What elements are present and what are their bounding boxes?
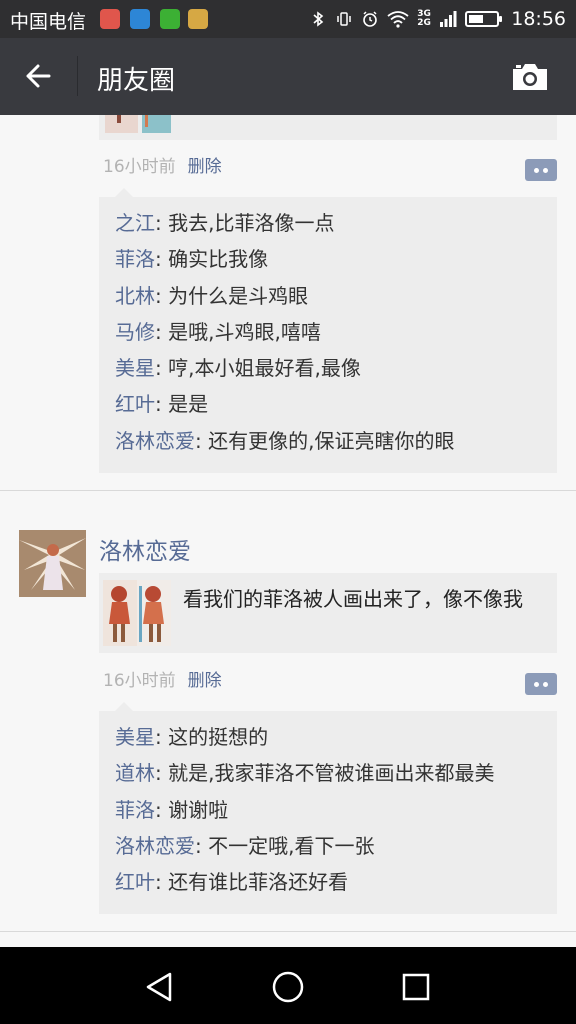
post-separator: [0, 490, 576, 491]
avatar[interactable]: [19, 530, 86, 597]
commenter-name[interactable]: 菲洛: [115, 798, 155, 822]
comment-sep: :: [155, 392, 169, 417]
commenter-name[interactable]: 洛林恋爱: [115, 834, 195, 858]
shared-link-thumbnail: [103, 580, 171, 646]
dot: [534, 167, 539, 173]
shared-link-card[interactable]: [99, 115, 557, 140]
comment-list: 之江: 我去,比菲洛像一点 菲洛: 确实比我像 北林: 为什么是斗鸡眼 马修: …: [99, 188, 557, 473]
comment-item[interactable]: 马修: 是哦,斗鸡眼,嘻嘻: [115, 314, 541, 350]
comment-action-button[interactable]: [525, 159, 557, 181]
comment-item[interactable]: 之江: 我去,比菲洛像一点: [115, 205, 541, 241]
comment-item[interactable]: 红叶: 还有谁比菲洛还好看: [115, 864, 541, 900]
clock-time: 18:56: [511, 8, 566, 30]
dot: [534, 681, 539, 687]
status-bar: 中国电信 3G 2G 18:56: [0, 0, 576, 38]
camera-button[interactable]: [510, 60, 550, 94]
comment-sep: :: [155, 319, 169, 344]
post-author[interactable]: 洛林恋爱: [99, 532, 191, 566]
comment-sep: :: [195, 833, 209, 858]
commenter-name[interactable]: 美星: [115, 725, 155, 749]
post-meta: 16小时前 删除: [103, 152, 222, 177]
alarm-icon: [363, 11, 378, 27]
title-divider: [77, 56, 78, 96]
comment-item[interactable]: 菲洛: 谢谢啦: [115, 792, 541, 828]
commenter-name[interactable]: 道林: [115, 761, 155, 785]
shared-link-card[interactable]: 看我们的菲洛被人画出来了，像不像我: [99, 573, 557, 653]
comment-text: 我去,比菲洛像一点: [168, 211, 335, 235]
comment-item[interactable]: 菲洛: 确实比我像: [115, 241, 541, 277]
battery-icon: [465, 11, 503, 27]
comment-sep: :: [155, 283, 169, 308]
commenter-name[interactable]: 北林: [115, 284, 155, 308]
shared-link-thumbnail: [105, 115, 171, 133]
comment-sep: :: [155, 356, 169, 381]
comment-sep: :: [195, 428, 209, 453]
back-triangle-icon[interactable]: [140, 967, 180, 1007]
comment-text: 就是,我家菲洛不管被谁画出来都最美: [168, 761, 495, 786]
commenter-name[interactable]: 红叶: [115, 870, 155, 894]
home-circle-icon[interactable]: [268, 967, 308, 1007]
app-icon-red: [100, 9, 120, 29]
comment-text: 谢谢啦: [168, 797, 229, 822]
comment-text: 这的挺想的: [168, 725, 269, 749]
comment-item[interactable]: 北林: 为什么是斗鸡眼: [115, 278, 541, 314]
dot: [543, 167, 548, 173]
post-meta: 16小时前 删除: [103, 666, 222, 691]
comment-text: 还有谁比菲洛还好看: [168, 870, 349, 895]
comment-text: 还有更像的,保证亮瞎你的眼: [208, 428, 455, 453]
comment-sep: :: [155, 761, 169, 786]
comment-text: 为什么是斗鸡眼: [168, 283, 309, 308]
bluetooth-icon: [313, 11, 324, 27]
commenter-name[interactable]: 美星: [115, 356, 155, 380]
comment-text: 是是: [168, 392, 209, 417]
comment-text: 哼,本小姐最好看,最像: [168, 356, 361, 381]
page-title: 朋友圈: [97, 66, 176, 96]
comment-sep: :: [155, 211, 169, 235]
comment-item[interactable]: 红叶: 是是: [115, 386, 541, 422]
comment-sep: :: [155, 797, 169, 822]
title-bar: 朋友圈: [0, 38, 576, 115]
comment-action-button[interactable]: [525, 673, 557, 695]
network-type-label: 3G 2G: [417, 9, 431, 28]
commenter-name[interactable]: 洛林恋爱: [115, 429, 195, 453]
app-icon-green: [160, 9, 180, 29]
commenter-name[interactable]: 马修: [115, 320, 155, 344]
camera-icon: [513, 64, 547, 90]
comment-text: 不一定哦,看下一张: [208, 833, 375, 858]
commenter-name[interactable]: 红叶: [115, 392, 155, 416]
signal-icon: [440, 11, 457, 27]
back-button[interactable]: [18, 58, 58, 94]
comment-item[interactable]: 美星: 哼,本小姐最好看,最像: [115, 350, 541, 386]
battery-level: [469, 15, 484, 23]
comment-item[interactable]: 洛林恋爱: 不一定哦,看下一张: [115, 828, 541, 864]
delete-link[interactable]: 删除: [188, 671, 222, 691]
delete-link[interactable]: 删除: [188, 157, 222, 177]
comment-list: 美星: 这的挺想的 道林: 就是,我家菲洛不管被谁画出来都最美 菲洛: 谢谢啦 …: [99, 702, 557, 914]
post-time: 16小时前: [103, 157, 176, 177]
comment-sep: :: [155, 247, 169, 272]
commenter-name[interactable]: 之江: [115, 211, 155, 235]
comment-item[interactable]: 美星: 这的挺想的: [115, 719, 541, 755]
comment-item[interactable]: 洛林恋爱: 还有更像的,保证亮瞎你的眼: [115, 423, 541, 459]
recents-square-icon[interactable]: [396, 967, 436, 1007]
dot: [543, 681, 548, 687]
vibrate-icon: [337, 12, 351, 26]
back-arrow-icon: [26, 64, 51, 88]
app-icon-yellow: [188, 9, 208, 29]
comment-sep: :: [155, 870, 169, 895]
post-time: 16小时前: [103, 671, 176, 691]
moments-feed[interactable]: 16小时前 删除 之江: 我去,比菲洛像一点 菲洛: 确实比我像 北林: 为什么是…: [0, 115, 576, 947]
avatar-image: [19, 530, 86, 597]
comment-item[interactable]: 道林: 就是,我家菲洛不管被谁画出来都最美: [115, 755, 541, 791]
comment-text: 确实比我像: [168, 247, 269, 272]
commenter-name[interactable]: 菲洛: [115, 247, 155, 271]
comment-sep: :: [155, 725, 169, 749]
app-icon-blue: [130, 9, 150, 29]
shared-link-title: 看我们的菲洛被人画出来了，像不像我: [183, 587, 523, 611]
wifi-icon: [387, 11, 409, 28]
comment-text: 是哦,斗鸡眼,嘻嘻: [168, 319, 321, 344]
system-nav-bar: [0, 947, 576, 1024]
carrier-name: 中国电信: [10, 11, 87, 33]
post-separator: [0, 931, 576, 932]
